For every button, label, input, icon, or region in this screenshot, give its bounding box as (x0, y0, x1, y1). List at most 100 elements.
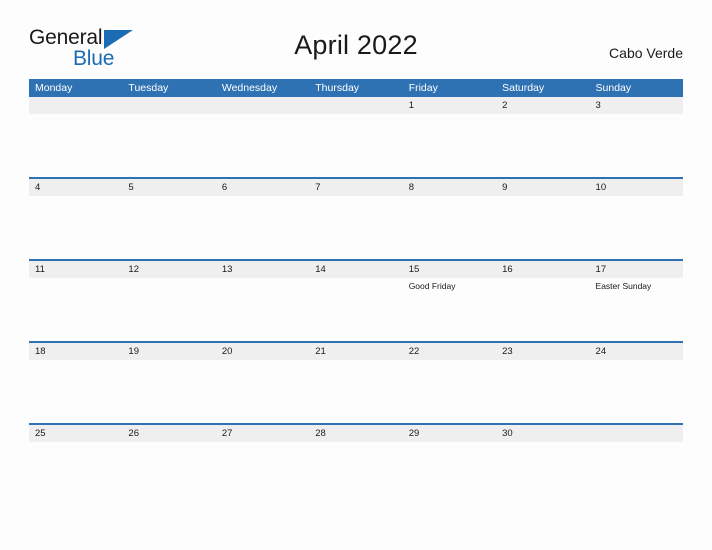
calendar-week-row: 1 2 3 (29, 97, 683, 177)
calendar-day-cell[interactable]: 13 (215, 261, 310, 341)
calendar-day-band: 21 (309, 343, 403, 360)
calendar-day-cell[interactable]: 17 Easter Sunday (589, 261, 683, 341)
calendar-day-cell[interactable]: 30 (496, 425, 590, 449)
calendar-day-band: 5 (122, 179, 216, 196)
calendar-day-number: 30 (502, 428, 513, 439)
calendar-day-cell[interactable]: 3 (589, 97, 683, 177)
calendar-day-band: 13 (215, 261, 310, 278)
calendar-day-cell[interactable]: 1 (402, 97, 497, 177)
country-label: Cabo Verde (609, 45, 683, 61)
calendar-day-cell[interactable]: 23 (496, 343, 590, 423)
calendar-day-band: 27 (215, 425, 310, 442)
calendar-day-cell[interactable]: 14 (309, 261, 403, 341)
calendar-day-cell[interactable]: 21 (309, 343, 403, 423)
calendar-week-row: 11 12 13 14 15 Good Friday 16 17 Easter Sunday (29, 259, 683, 341)
calendar-day-band: 29 (402, 425, 497, 442)
weekday-header-thursday: Thursday (315, 82, 360, 94)
calendar-week-row: 4 5 6 7 8 9 10 (29, 177, 683, 259)
calendar-day-cell[interactable]: 16 (496, 261, 590, 341)
calendar-day-number: 10 (595, 182, 607, 193)
calendar-day-band: 1 (402, 97, 497, 114)
calendar-day-cell[interactable]: 18 (29, 343, 123, 423)
weekday-header-sunday: Sunday (595, 82, 632, 94)
calendar-day-number: 23 (502, 346, 513, 357)
calendar-week-cells: 18 19 20 21 22 23 24 (29, 343, 683, 423)
calendar-day-number: 25 (35, 428, 46, 439)
calendar-day-band: 20 (215, 343, 310, 360)
calendar-day-band: 8 (402, 179, 497, 196)
calendar-day-band: 11 (29, 261, 123, 278)
calendar-day-band: 10 (589, 179, 683, 196)
calendar-day-number: 14 (315, 264, 326, 275)
calendar-day-band: 3 (589, 97, 683, 114)
calendar-day-cell[interactable]: 22 (402, 343, 497, 423)
calendar-day-band: 19 (122, 343, 216, 360)
calendar-day-number: 13 (221, 264, 233, 275)
calendar-day-number: 1 (408, 100, 414, 111)
calendar-day-cell[interactable]: 5 (122, 179, 216, 259)
calendar-day-band: 9 (496, 179, 590, 196)
calendar-week-cells: 11 12 13 14 15 Good Friday 16 17 Easter Sunday (29, 261, 683, 341)
calendar-day-band: 6 (215, 179, 310, 196)
calendar-day-cell[interactable]: 11 (29, 261, 123, 341)
weekday-header-row: Monday Tuesday Wednesday Thursday Friday Satu… (29, 79, 683, 97)
calendar-day-number: 15 (408, 264, 420, 275)
calendar-day-number: 22 (408, 346, 420, 357)
calendar-day-cell[interactable]: 2 (496, 97, 590, 177)
calendar-day-number: 9 (502, 182, 508, 193)
calendar-day-band (589, 425, 683, 442)
calendar-day-band: 25 (29, 425, 123, 442)
page-header: General Blue April 2022 Cabo Verde (29, 26, 683, 72)
calendar-day-number: 19 (128, 346, 139, 357)
calendar-day-number: 5 (128, 182, 134, 193)
calendar-day-cell[interactable]: 9 (496, 179, 590, 259)
calendar-day-cell[interactable]: 19 (122, 343, 216, 423)
calendar-week-row: 25 26 27 28 29 30 (29, 423, 683, 449)
calendar-day-cell[interactable]: 25 (29, 425, 123, 449)
calendar-day-event: Easter Sunday (595, 281, 652, 291)
calendar-day-band: 12 (122, 261, 216, 278)
calendar-day-number: 8 (408, 182, 414, 193)
calendar-day-band: 23 (496, 343, 590, 360)
calendar-day-cell[interactable]: 20 (215, 343, 310, 423)
calendar-day-cell[interactable]: 28 (309, 425, 403, 449)
calendar-day-cell-empty (589, 425, 683, 449)
calendar-day-cell[interactable]: 24 (589, 343, 683, 423)
calendar-day-band: 14 (309, 261, 403, 278)
calendar-day-cell[interactable]: 7 (309, 179, 403, 259)
calendar-day-number: 12 (128, 264, 139, 275)
calendar-day-cell[interactable]: 15 Good Friday (402, 261, 497, 341)
calendar-day-event: Good Friday (408, 281, 456, 291)
weekday-header-tuesday: Tuesday (128, 82, 169, 94)
calendar-week-cells: 4 5 6 7 8 9 10 (29, 179, 683, 259)
calendar-day-cell-empty (215, 97, 310, 177)
calendar-day-cell[interactable]: 27 (215, 425, 310, 449)
calendar-day-band: 4 (29, 179, 123, 196)
calendar-day-cell[interactable]: 29 (402, 425, 497, 449)
calendar-day-cell[interactable]: 4 (29, 179, 123, 259)
calendar-day-band: 24 (589, 343, 683, 360)
calendar-page: General Blue April 2022 Cabo Verde Monda… (0, 0, 712, 550)
calendar-day-number: 4 (35, 182, 41, 193)
calendar-day-cell[interactable]: 6 (215, 179, 310, 259)
calendar-day-band (29, 97, 123, 114)
calendar-day-cell[interactable]: 8 (402, 179, 497, 259)
calendar-day-band: 18 (29, 343, 123, 360)
calendar-day-cell[interactable]: 12 (122, 261, 216, 341)
calendar-day-number: 26 (128, 428, 139, 439)
calendar-day-band: 15 (402, 261, 497, 278)
calendar-day-band: 7 (309, 179, 403, 196)
calendar-grid: Monday Tuesday Wednesday Thursday Friday Satu… (29, 79, 683, 449)
weekday-header-saturday: Saturday (502, 82, 545, 94)
calendar-day-cell[interactable]: 10 (589, 179, 683, 259)
calendar-day-number: 16 (502, 264, 513, 275)
calendar-day-number: 6 (221, 182, 228, 193)
page-title: April 2022 (294, 30, 418, 60)
calendar-day-number: 24 (595, 346, 607, 357)
calendar-day-band: 16 (496, 261, 590, 278)
calendar-day-band: 30 (496, 425, 590, 442)
calendar-day-cell[interactable]: 26 (122, 425, 216, 449)
calendar-day-band: 22 (402, 343, 497, 360)
calendar-day-band (309, 97, 403, 114)
calendar-day-number: 2 (502, 100, 508, 111)
